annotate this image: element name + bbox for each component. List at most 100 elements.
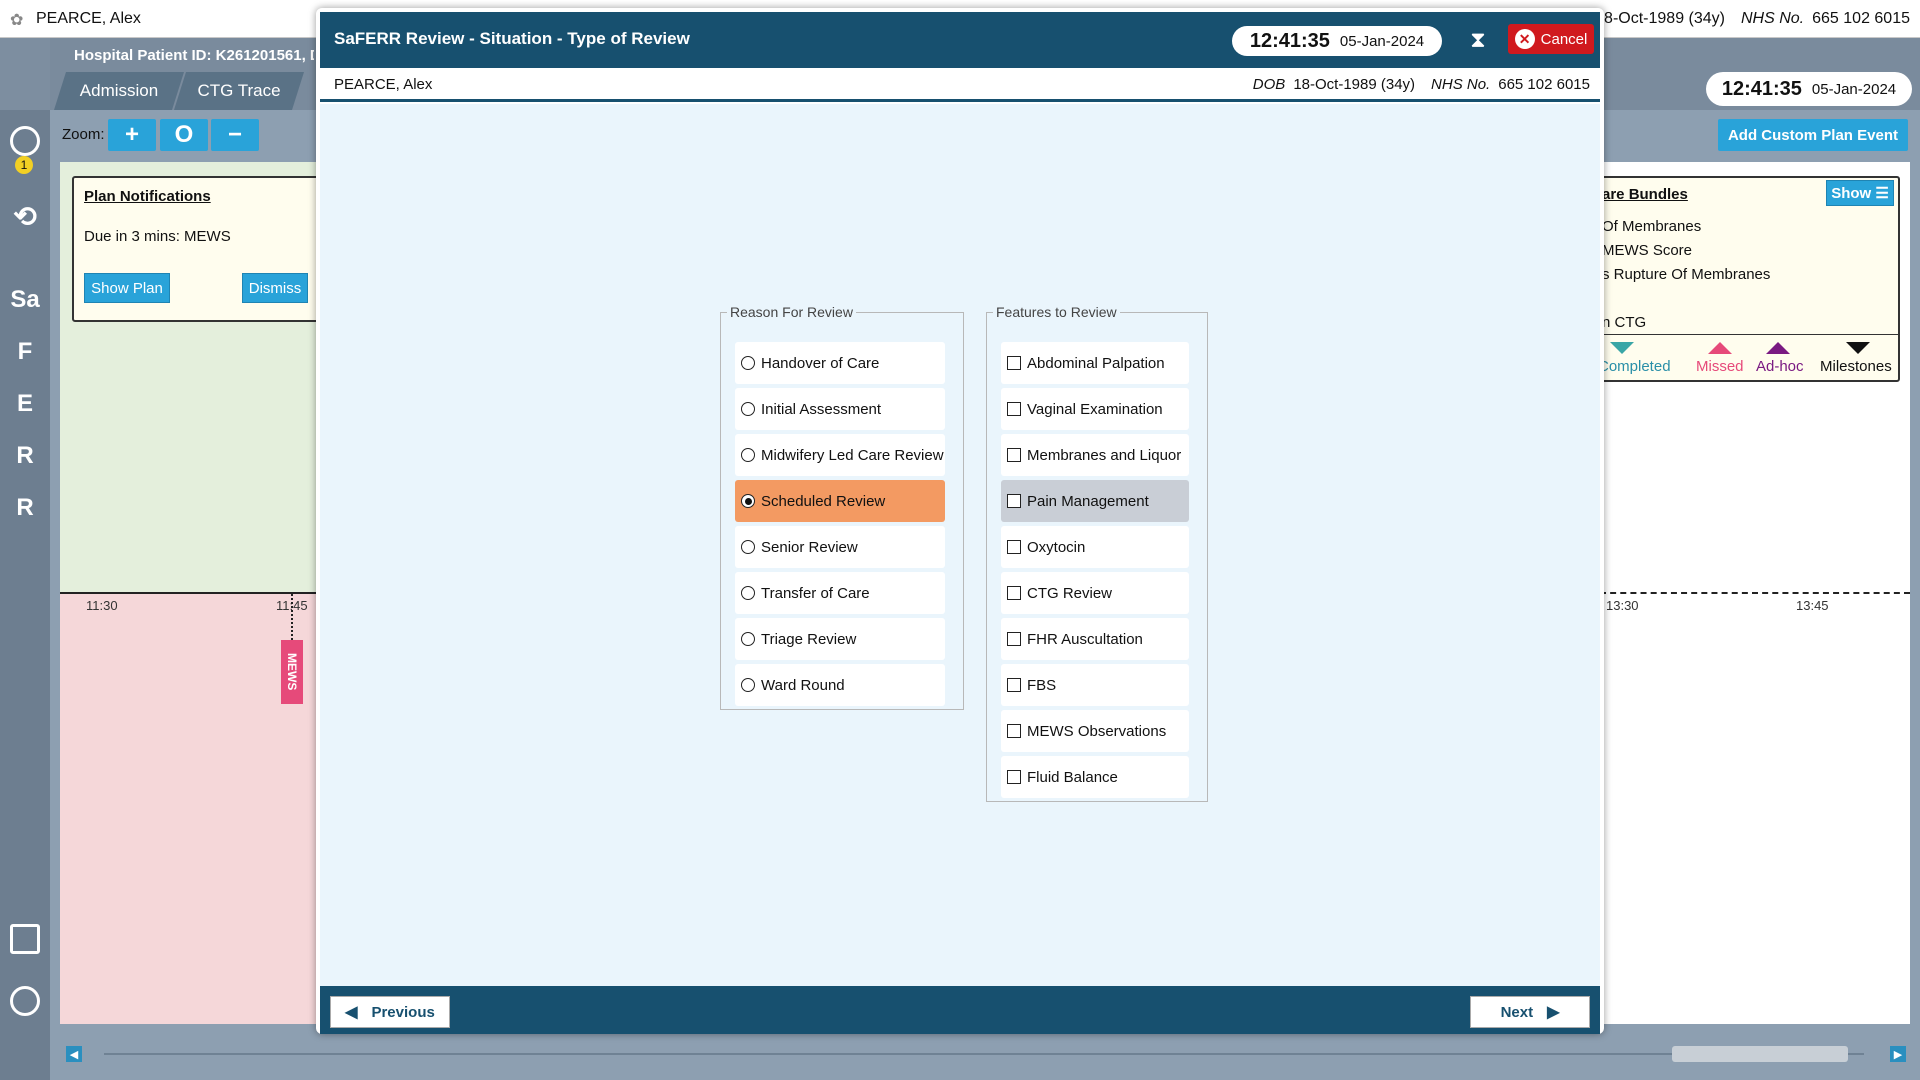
previous-button[interactable]: ◀ Previous [330, 996, 450, 1028]
feature-option[interactable]: Pain Management [1001, 480, 1189, 522]
reason-option-label: Scheduled Review [761, 492, 886, 510]
rail-item-sa[interactable]: Sa [0, 286, 50, 314]
close-icon: ✕ [1514, 29, 1535, 49]
next-label: Next [1500, 1003, 1534, 1021]
radio-button[interactable] [741, 586, 755, 600]
zoom-out-button[interactable]: − [211, 119, 259, 151]
filter-icon[interactable]: ⧗ [1466, 26, 1490, 54]
nhs-value: 665 102 6015 [1812, 10, 1910, 27]
legend-divider [1562, 334, 1898, 335]
add-custom-plan-event-button[interactable]: Add Custom Plan Event [1717, 119, 1908, 151]
feature-option-label: MEWS Observations [1027, 722, 1167, 740]
feature-option[interactable]: Fluid Balance [1001, 756, 1189, 798]
scroll-left-icon[interactable]: ◀ [66, 1046, 82, 1062]
reason-option-label: Initial Assessment [761, 400, 882, 418]
dialog-dob-value: 18-Oct-1989 (34y) [1293, 76, 1416, 93]
checkbox[interactable] [1007, 540, 1021, 554]
reason-option[interactable]: Midwifery Led Care Review [735, 434, 945, 476]
reason-for-review-group: Reason For Review Handover of Care Initia… [720, 304, 964, 710]
clock-time: 12:41:35 [1721, 77, 1802, 100]
feature-option[interactable]: Abdominal Palpation [1001, 342, 1189, 384]
scroll-thumb[interactable] [1672, 1046, 1848, 1062]
reason-option[interactable]: Handover of Care [735, 342, 945, 384]
reason-option[interactable]: Initial Assessment [735, 388, 945, 430]
plan-notifications-panel: Plan Notifications Due in 3 mins: MEWS S… [72, 176, 320, 322]
dialog-footer: ◀ Previous Next ▶ [320, 986, 1600, 1034]
zoom-reset-button[interactable]: O [160, 119, 208, 151]
checkbox[interactable] [1007, 448, 1021, 462]
bundle-item: n CTG [1602, 314, 1647, 331]
arrow-left-icon: ◀ [345, 1004, 358, 1021]
cancel-button[interactable]: ✕ Cancel [1508, 24, 1594, 54]
reason-option[interactable]: Scheduled Review [735, 480, 945, 522]
checkbox[interactable] [1007, 356, 1021, 370]
timeline-axis-left [60, 592, 320, 594]
checkbox[interactable] [1007, 494, 1021, 508]
presentation-icon[interactable] [10, 924, 40, 954]
feature-option[interactable]: Membranes and Liquor [1001, 434, 1189, 476]
dialog-body: Reason For Review Handover of Care Initia… [320, 104, 1600, 986]
radio-button[interactable] [741, 402, 755, 416]
features-to-review-legend: Features to Review [996, 304, 1117, 320]
next-button[interactable]: Next ▶ [1470, 996, 1590, 1028]
feature-option[interactable]: CTG Review [1001, 572, 1189, 614]
tick-label: 13:45 [1796, 598, 1829, 613]
mews-marker[interactable]: MEWS [281, 640, 303, 704]
scroll-right-icon[interactable]: ▶ [1890, 1046, 1906, 1062]
reason-option[interactable]: Triage Review [735, 618, 945, 660]
alarm-clock-icon[interactable] [10, 126, 40, 156]
reason-option[interactable]: Ward Round [735, 664, 945, 706]
tab-ctg-trace[interactable]: CTG Trace [174, 72, 304, 110]
radio-button[interactable] [741, 356, 755, 370]
hospital-patient-id: Hospital Patient ID: K261201561, De [74, 47, 314, 64]
rail-item-e[interactable]: E [0, 390, 50, 418]
feature-option-label: FBS [1027, 676, 1057, 694]
rail-item-r1[interactable]: R [0, 442, 50, 470]
previous-label: Previous [371, 1003, 435, 1021]
history-clock-icon[interactable]: ⟲ [0, 200, 50, 233]
milestone-triangle-icon [1846, 342, 1870, 354]
checkbox[interactable] [1007, 402, 1021, 416]
radio-button[interactable] [741, 678, 755, 692]
dismiss-button[interactable]: Dismiss [242, 273, 308, 303]
feature-option-label: Fluid Balance [1027, 768, 1118, 786]
bundle-item: MEWS Score [1602, 242, 1693, 259]
care-bundles-title: are Bundles [1602, 186, 1688, 203]
plan-notifications-title: Plan Notifications [84, 188, 211, 205]
feature-option[interactable]: FHR Auscultation [1001, 618, 1189, 660]
checkbox[interactable] [1007, 770, 1021, 784]
horizontal-scrollbar[interactable]: ◀ ▶ [66, 1044, 1906, 1064]
feature-option-label: Abdominal Palpation [1027, 354, 1165, 372]
timeline-axis-right [1600, 592, 1910, 594]
feature-option[interactable]: MEWS Observations [1001, 710, 1189, 752]
legend-completed: Completed [1598, 358, 1671, 375]
tab-admission[interactable]: Admission [54, 72, 184, 110]
feature-option[interactable]: Vaginal Examination [1001, 388, 1189, 430]
radio-button[interactable] [741, 632, 755, 646]
search-icon[interactable] [10, 986, 40, 1016]
checkbox[interactable] [1007, 724, 1021, 738]
zoom-in-button[interactable]: + [108, 119, 156, 151]
saferr-review-dialog: SaFERR Review - Situation - Type of Revi… [316, 8, 1604, 1034]
rail-item-f[interactable]: F [0, 338, 50, 366]
show-plan-button[interactable]: Show Plan [84, 273, 170, 303]
feature-option[interactable]: Oxytocin [1001, 526, 1189, 568]
feature-option-label: Pain Management [1027, 492, 1149, 510]
checkbox[interactable] [1007, 632, 1021, 646]
checkbox[interactable] [1007, 678, 1021, 692]
radio-button[interactable] [741, 540, 755, 554]
reason-option[interactable]: Senior Review [735, 526, 945, 568]
patient-name: PEARCE, Alex [36, 10, 141, 27]
reason-option[interactable]: Transfer of Care [735, 572, 945, 614]
rail-item-r2[interactable]: R [0, 494, 50, 522]
show-menu-button[interactable]: Show ☰ [1826, 180, 1894, 206]
patient-identifiers: 18-Oct-1989 (34y) NHS No. 665 102 6015 [1595, 10, 1910, 28]
header-clock: 12:41:35 05-Jan-2024 [1706, 72, 1912, 106]
checkbox[interactable] [1007, 586, 1021, 600]
scroll-track[interactable] [104, 1053, 1864, 1055]
feature-option[interactable]: FBS [1001, 664, 1189, 706]
radio-button[interactable] [741, 494, 755, 508]
radio-button[interactable] [741, 448, 755, 462]
dialog-dob-label: DOB [1252, 76, 1286, 93]
zoom-label: Zoom: [62, 126, 105, 143]
